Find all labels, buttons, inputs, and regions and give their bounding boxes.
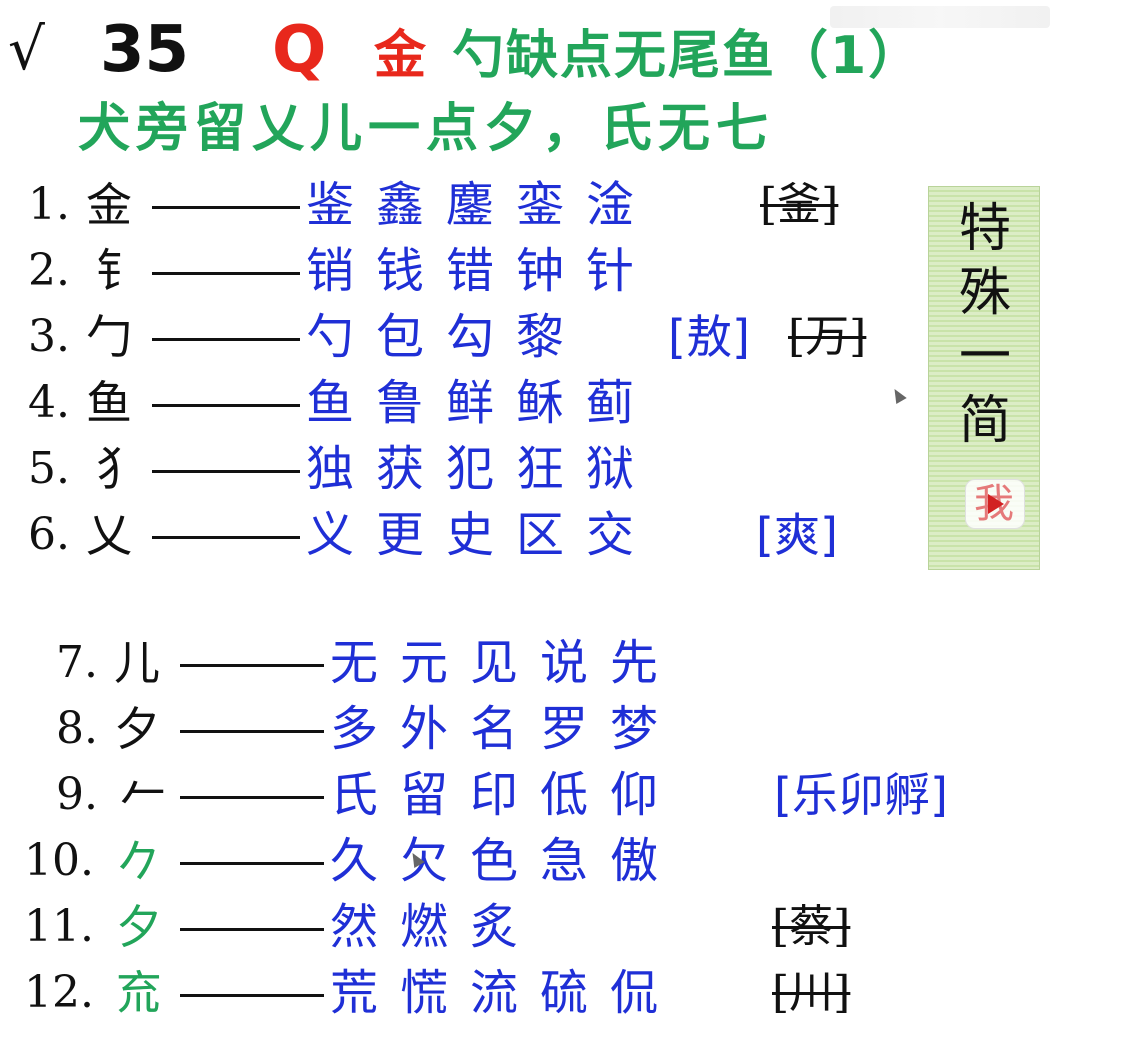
row-radical: 金 xyxy=(86,178,132,232)
list-item: 8. 夕 多外名罗梦 xyxy=(0,698,920,760)
row-number: 8. xyxy=(56,703,98,754)
row-radical: 乂 xyxy=(86,508,132,562)
row-radical: 夕 xyxy=(114,702,160,756)
row-connector-line xyxy=(180,730,324,733)
row-radical: 犭 xyxy=(96,442,142,496)
row-connector-line xyxy=(152,272,300,275)
row-connector-line xyxy=(152,338,300,341)
row-connector-line xyxy=(152,404,300,407)
row-connector-line xyxy=(152,536,300,539)
list-item: 2. 钅 销钱错钟针 xyxy=(0,240,920,302)
row-example-chars: 然燃炙 xyxy=(330,899,541,955)
lesson-number: 35 xyxy=(100,13,190,87)
row-example-chars: 久欠色急傲 xyxy=(330,833,681,889)
row-connector-line xyxy=(180,928,324,931)
side-char: 特 xyxy=(958,199,1011,259)
row-connector-line xyxy=(180,994,324,997)
side-char: 一 xyxy=(958,327,1011,387)
side-char: 简 xyxy=(958,391,1011,451)
list-item: 1. 金 鉴鑫鏖銮淦 [釜] xyxy=(0,174,920,236)
row-radical: 㐬 xyxy=(116,966,162,1020)
play-button[interactable]: 我 xyxy=(965,479,1025,529)
row-number: 4. xyxy=(28,377,70,428)
row-example-chars: 鉴鑫鏖銮淦 xyxy=(306,177,657,233)
list-item: 7. 儿 无元见说先 xyxy=(0,632,920,694)
row-connector-line xyxy=(180,664,324,667)
lesson-page: √ 35 Q 金 勺缺点无尾鱼（1） 犬旁留乂儿一点夕，氏无七 1. 金 鉴鑫鏖… xyxy=(0,0,1124,1064)
row-radical: 儿 xyxy=(114,636,160,690)
row-example-chars: 无元见说先 xyxy=(330,635,681,691)
list-item: 4. 鱼 鱼鲁鲜稣蓟 xyxy=(0,372,920,434)
row-strike-chars: [川] xyxy=(772,967,851,1018)
list-item: 11. 夕 然燃炙 [蔡] xyxy=(0,896,920,958)
row-number: 7. xyxy=(56,637,98,688)
list-item: 12. 㐬 荒慌流硫侃 [川] xyxy=(0,962,920,1024)
row-number: 11. xyxy=(24,901,94,952)
row-strike-chars: [万] xyxy=(788,311,867,362)
row-example-chars: 勺包勾黎 xyxy=(306,309,587,365)
special-simplified-panel: 特 殊 一 简 我 xyxy=(928,186,1040,570)
side-panel-text: 特 殊 一 简 xyxy=(929,197,1041,453)
title-green-part: 勺缺点无尾鱼（1） xyxy=(452,26,923,86)
row-example-chars: 多外名罗梦 xyxy=(330,701,681,757)
play-icon xyxy=(988,494,1004,514)
row-bracket-chars: [敖] xyxy=(668,310,750,364)
check-mark: √ xyxy=(8,15,45,83)
list-item: 5. 犭 独获犯狂狱 xyxy=(0,438,920,500)
row-example-chars: 鱼鲁鲜稣蓟 xyxy=(306,375,657,431)
row-radical: 鱼 xyxy=(86,376,132,430)
row-example-chars: 义更史区交 xyxy=(306,507,657,563)
q-badge: Q xyxy=(272,13,327,87)
row-bracket-chars: [乐卯孵] xyxy=(774,768,948,822)
list-item: 10. 𠂊 久欠色急傲 xyxy=(0,830,920,892)
row-radical: 𠂊 xyxy=(116,834,162,888)
title-red-part: 金 xyxy=(374,26,427,86)
row-radical: 夕 xyxy=(116,900,162,954)
row-number: 1. xyxy=(28,179,70,230)
side-char: 殊 xyxy=(958,263,1011,323)
header-subtitle: 犬旁留乂儿一点夕，氏无七 xyxy=(78,99,775,159)
row-strike-chars: [蔡] xyxy=(772,901,851,952)
row-number: 10. xyxy=(24,835,94,886)
row-strike-chars: [釜] xyxy=(760,179,839,230)
row-number: 5. xyxy=(28,443,70,494)
row-example-chars: 独获犯狂狱 xyxy=(306,441,657,497)
row-connector-line xyxy=(152,470,300,473)
list-item: 3. 勹 勺包勾黎 [敖] [万] xyxy=(0,306,920,368)
row-bracket-chars: [爽] xyxy=(756,508,838,562)
row-radical: 𠂉 xyxy=(120,768,166,822)
row-example-chars: 荒慌流硫侃 xyxy=(330,965,681,1021)
list-item: 6. 乂 义更史区交 [爽] xyxy=(0,504,920,566)
row-example-chars: 氏留印低仰 xyxy=(330,767,681,823)
row-radical: 勹 xyxy=(86,310,132,364)
row-radical: 钅 xyxy=(96,244,142,298)
row-connector-line xyxy=(152,206,300,209)
row-example-chars: 销钱错钟针 xyxy=(306,243,657,299)
row-connector-line xyxy=(180,796,324,799)
list-item: 9. 𠂉 氏留印低仰 [乐卯孵] xyxy=(0,764,1040,826)
row-number: 12. xyxy=(24,967,94,1018)
row-number: 2. xyxy=(28,245,70,296)
row-connector-line xyxy=(180,862,324,865)
row-number: 3. xyxy=(28,311,70,362)
row-number: 9. xyxy=(56,769,98,820)
row-number: 6. xyxy=(28,509,70,560)
